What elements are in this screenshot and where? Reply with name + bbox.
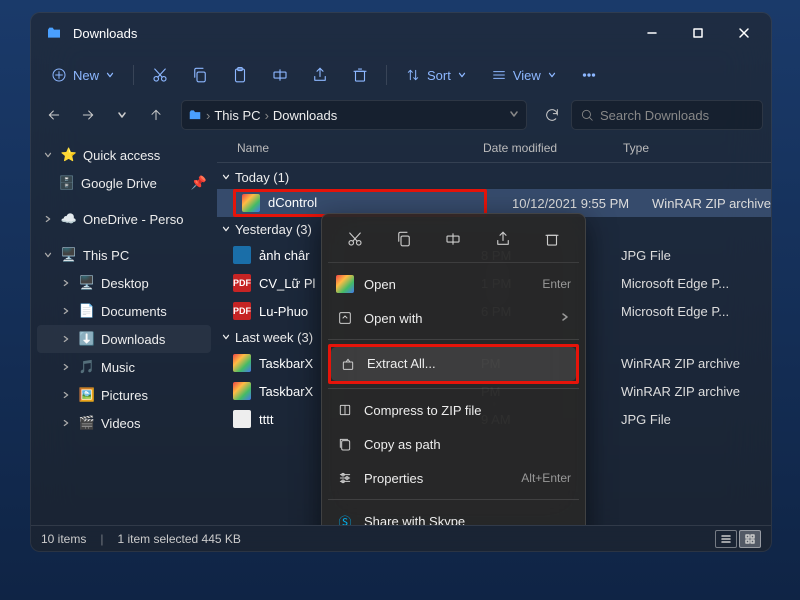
view-button[interactable]: View [481, 59, 567, 91]
videos-icon: 🎬 [79, 415, 95, 431]
extract-icon [339, 356, 357, 372]
crumb-this-pc[interactable]: This PC [214, 108, 260, 123]
search-input[interactable]: Search Downloads [571, 100, 763, 130]
minimize-button[interactable] [629, 14, 675, 52]
column-headers: Name Date modified Type [217, 133, 771, 163]
chevron-right-icon [559, 311, 571, 326]
sidebar-onedrive[interactable]: ☁️OneDrive - Perso [37, 205, 211, 233]
cut-button[interactable] [142, 59, 178, 91]
ctx-properties[interactable]: PropertiesAlt+Enter [328, 461, 579, 495]
downloads-icon: ⬇️ [79, 331, 95, 347]
search-icon [580, 108, 594, 122]
drive-icon: 🗄️ [59, 175, 75, 191]
skype-icon: Ⓢ [336, 512, 354, 526]
file-pane: Name Date modified Type Today (1) dContr… [217, 133, 771, 525]
open-with-icon [336, 310, 354, 326]
ctx-extract-all[interactable]: Extract All... [331, 347, 576, 381]
file-explorer-window: Downloads New Sort View › This PC › Down… [30, 12, 772, 552]
titlebar: Downloads [31, 13, 771, 53]
delete-button[interactable] [342, 59, 378, 91]
desktop-icon: 🖥️ [79, 275, 95, 291]
navbar: › This PC › Downloads Search Downloads [31, 97, 771, 133]
ctx-open[interactable]: OpenEnter [328, 267, 579, 301]
zip-icon [233, 382, 251, 400]
copy-path-icon [336, 436, 354, 452]
pdf-icon: PDF [233, 302, 251, 320]
pin-icon: 📌 [191, 175, 207, 191]
sidebar-item-downloads[interactable]: ⬇️Downloads [37, 325, 211, 353]
rename-button[interactable] [262, 59, 298, 91]
sidebar-item-documents[interactable]: 📄Documents [37, 297, 211, 325]
maximize-button[interactable] [675, 14, 721, 52]
pictures-icon: 🖼️ [79, 387, 95, 403]
compress-icon [336, 402, 354, 418]
sidebar-quick-access[interactable]: ⭐Quick access [37, 141, 211, 169]
col-date[interactable]: Date modified [483, 141, 623, 155]
sidebar-item-videos[interactable]: 🎬Videos [37, 409, 211, 437]
sidebar-this-pc[interactable]: 🖥️This PC [37, 241, 211, 269]
context-menu: OpenEnter Open with Extract All... Compr… [321, 213, 586, 525]
crumb-downloads[interactable]: Downloads [273, 108, 337, 123]
refresh-button[interactable] [537, 100, 567, 130]
back-button[interactable] [39, 100, 69, 130]
more-button[interactable] [571, 59, 607, 91]
ctx-share-button[interactable] [486, 224, 520, 254]
toolbar: New Sort View [31, 53, 771, 97]
sidebar-item-pictures[interactable]: 🖼️Pictures [37, 381, 211, 409]
ctx-copy-button[interactable] [387, 224, 421, 254]
ctx-open-with[interactable]: Open with [328, 301, 579, 335]
ctx-share-skype[interactable]: ⓈShare with Skype [328, 504, 579, 525]
file-list: Today (1) dControl 10/12/2021 9:55 PM Wi… [217, 163, 771, 525]
close-button[interactable] [721, 14, 767, 52]
highlight-marker: Extract All... [328, 344, 579, 384]
address-bar[interactable]: › This PC › Downloads [181, 100, 527, 130]
zip-icon [336, 275, 354, 293]
star-icon: ⭐ [61, 147, 77, 163]
documents-icon: 📄 [79, 303, 95, 319]
ctx-rename-button[interactable] [436, 224, 470, 254]
copy-button[interactable] [182, 59, 218, 91]
zip-icon [242, 194, 260, 212]
properties-icon [336, 470, 354, 486]
ctx-cut-button[interactable] [338, 224, 372, 254]
chevron-down-icon[interactable] [508, 108, 520, 123]
sidebar-item-desktop[interactable]: 🖥️Desktop [37, 269, 211, 297]
sidebar: ⭐Quick access 🗄️Google Drive📌 ☁️OneDrive… [31, 133, 217, 525]
share-button[interactable] [302, 59, 338, 91]
up-button[interactable] [141, 100, 171, 130]
jpg-icon [233, 246, 251, 264]
paste-button[interactable] [222, 59, 258, 91]
ctx-delete-button[interactable] [535, 224, 569, 254]
recent-button[interactable] [107, 100, 137, 130]
sidebar-item-gdrive[interactable]: 🗄️Google Drive📌 [37, 169, 211, 197]
forward-button[interactable] [73, 100, 103, 130]
new-button[interactable]: New [41, 59, 125, 91]
pdf-icon: PDF [233, 274, 251, 292]
down-arrow-icon [188, 108, 202, 122]
monitor-icon: 🖥️ [61, 247, 77, 263]
zip-icon [233, 354, 251, 372]
ctx-compress[interactable]: Compress to ZIP file [328, 393, 579, 427]
view-icons-button[interactable] [739, 530, 761, 548]
status-items: 10 items [41, 532, 86, 546]
ctx-copy-path[interactable]: Copy as path [328, 427, 579, 461]
status-selected: 1 item selected 445 KB [117, 532, 240, 546]
view-details-button[interactable] [715, 530, 737, 548]
sidebar-item-music[interactable]: 🎵Music [37, 353, 211, 381]
col-name[interactable]: Name [237, 141, 483, 155]
txt-icon [233, 410, 251, 428]
window-title: Downloads [73, 26, 137, 41]
cloud-icon: ☁️ [61, 211, 77, 227]
status-bar: 10 items | 1 item selected 445 KB [31, 525, 771, 551]
music-icon: 🎵 [79, 359, 95, 375]
col-type[interactable]: Type [623, 141, 771, 155]
folder-icon [45, 24, 63, 42]
group-today[interactable]: Today (1) [217, 165, 771, 189]
sort-button[interactable]: Sort [395, 59, 477, 91]
